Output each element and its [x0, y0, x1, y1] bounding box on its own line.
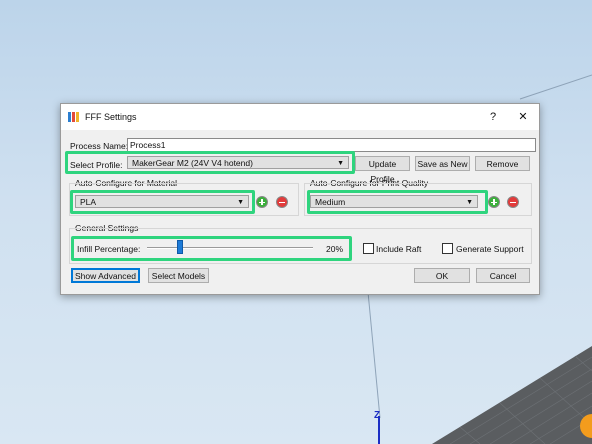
cancel-button[interactable]: Cancel	[476, 268, 530, 283]
select-profile-dropdown[interactable]: MakerGear M2 (24V V4 hotend) ▼	[127, 156, 349, 169]
infill-percentage-value: 20%	[326, 244, 344, 254]
infill-slider-track[interactable]	[147, 247, 313, 249]
app-logo-icon	[68, 112, 80, 122]
chevron-down-icon: ▼	[466, 199, 473, 206]
generate-support-label: Generate Support	[456, 244, 524, 254]
infill-slider-handle[interactable]	[177, 240, 184, 254]
select-profile-value: MakerGear M2 (24V V4 hotend)	[132, 158, 253, 168]
ok-button[interactable]: OK	[414, 268, 470, 283]
quality-value: Medium	[315, 197, 346, 207]
process-name-input[interactable]: Process1	[127, 138, 536, 152]
include-raft-checkbox[interactable]	[363, 243, 374, 254]
add-quality-icon[interactable]	[488, 196, 500, 208]
fff-settings-dialog: FFF Settings ? ✕ Process Name: Process1 …	[60, 103, 540, 295]
material-value: PLA	[80, 197, 97, 207]
process-name-label: Process Name:	[70, 141, 129, 151]
update-profile-button[interactable]: Update Profile	[355, 156, 410, 184]
material-dropdown[interactable]: PLA ▼	[75, 195, 249, 208]
generate-support-checkbox[interactable]	[442, 243, 453, 254]
add-material-icon[interactable]	[256, 196, 268, 208]
z-axis-label: Z	[374, 410, 381, 421]
title-bar: FFF Settings ? ✕	[61, 104, 539, 130]
quality-dropdown[interactable]: Medium ▼	[310, 195, 478, 208]
remove-material-icon[interactable]	[276, 196, 288, 208]
select-models-button[interactable]: Select Models	[148, 268, 209, 283]
close-button[interactable]: ✕	[514, 109, 532, 125]
help-button[interactable]: ?	[484, 109, 502, 125]
remove-quality-icon[interactable]	[507, 196, 519, 208]
infill-percentage-label: Infill Percentage:	[77, 244, 141, 254]
include-raft-label: Include Raft	[376, 244, 422, 254]
show-advanced-button[interactable]: Show Advanced	[71, 268, 140, 283]
dialog-title: FFF Settings	[85, 112, 137, 122]
remove-profile-button[interactable]: Remove	[475, 156, 530, 171]
save-as-new-button[interactable]: Save as New	[415, 156, 470, 171]
select-profile-label: Select Profile:	[70, 160, 123, 170]
chevron-down-icon: ▼	[237, 199, 244, 206]
chevron-down-icon: ▼	[337, 160, 344, 167]
